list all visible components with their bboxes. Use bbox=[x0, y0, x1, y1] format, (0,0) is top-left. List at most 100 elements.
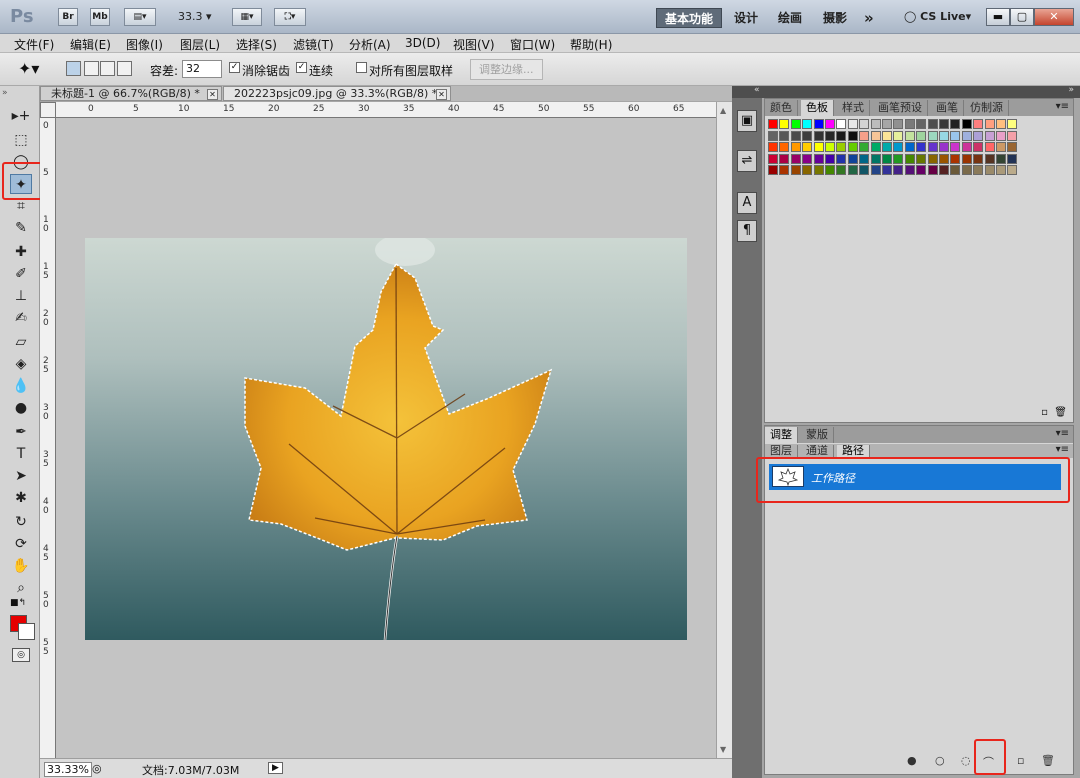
3d-orbit-tool[interactable]: ⟳ bbox=[10, 534, 32, 554]
move-tool[interactable]: ▸+ bbox=[10, 106, 32, 126]
background-color-swatch[interactable] bbox=[18, 623, 35, 640]
scroll-up-icon[interactable]: ▲ bbox=[720, 106, 726, 115]
menu-3d[interactable]: 3D(D) bbox=[405, 36, 440, 50]
color-swatch[interactable] bbox=[984, 119, 995, 129]
tab-adjustments[interactable]: 调整 bbox=[765, 427, 798, 443]
bridge-button[interactable]: Br bbox=[58, 8, 78, 26]
color-swatch[interactable] bbox=[893, 142, 904, 153]
arrange-documents-button[interactable]: ▦▾ bbox=[232, 8, 262, 26]
type-tool[interactable]: T bbox=[10, 444, 32, 464]
clone-stamp-tool[interactable]: ⊥ bbox=[10, 286, 32, 306]
color-swatch[interactable] bbox=[950, 153, 961, 164]
shape-tool[interactable]: ✱ bbox=[10, 488, 32, 508]
color-swatch[interactable] bbox=[859, 119, 870, 129]
color-swatch[interactable] bbox=[802, 165, 813, 176]
color-swatch[interactable] bbox=[790, 142, 801, 153]
vertical-scrollbar[interactable]: ▲ ▼ bbox=[716, 102, 732, 758]
color-swatch[interactable] bbox=[1007, 153, 1018, 164]
tab-untitled[interactable]: 未标题-1 @ 66.7%(RGB/8) * ✕ bbox=[40, 86, 222, 101]
menu-filter[interactable]: 滤镜(T) bbox=[293, 36, 334, 53]
color-swatch[interactable] bbox=[950, 142, 961, 153]
workspace-painting[interactable]: 绘画 bbox=[770, 8, 810, 28]
brush-tool[interactable]: ✐ bbox=[10, 264, 32, 284]
color-swatch[interactable] bbox=[813, 119, 824, 129]
color-swatch[interactable] bbox=[882, 165, 892, 176]
delete-swatch-icon[interactable]: 🗑 bbox=[1054, 407, 1067, 418]
color-swatch[interactable] bbox=[802, 119, 813, 129]
color-swatch[interactable] bbox=[847, 130, 858, 141]
new-swatch-icon[interactable]: ▫ bbox=[1041, 407, 1048, 418]
color-swatch[interactable] bbox=[825, 130, 835, 141]
color-swatch[interactable] bbox=[882, 119, 892, 129]
color-swatch[interactable] bbox=[859, 153, 870, 164]
color-swatch[interactable] bbox=[927, 119, 938, 129]
mini-bridge-button[interactable]: Mb bbox=[90, 8, 110, 26]
color-swatch[interactable] bbox=[904, 165, 915, 176]
menu-window[interactable]: 窗口(W) bbox=[510, 36, 555, 53]
collapse-dock-icon[interactable]: « bbox=[754, 85, 760, 95]
horizontal-ruler[interactable]: 0510152025303540455055606570 bbox=[56, 102, 716, 118]
delete-path-icon[interactable]: 🗑 bbox=[1041, 754, 1055, 767]
color-swatch[interactable] bbox=[904, 142, 915, 153]
color-swatch[interactable] bbox=[996, 130, 1006, 141]
sample-all-layers-checkbox[interactable] bbox=[356, 62, 367, 73]
panel-menu-icon[interactable]: ▾≡ bbox=[1056, 101, 1069, 112]
color-swatch[interactable] bbox=[916, 153, 927, 164]
collapse-tools-icon[interactable]: » bbox=[2, 88, 8, 98]
color-swatch[interactable] bbox=[870, 119, 881, 129]
color-swatch[interactable] bbox=[825, 153, 835, 164]
eyedropper-tool[interactable]: ✎ bbox=[10, 218, 32, 238]
menu-edit[interactable]: 编辑(E) bbox=[70, 36, 111, 53]
tab-brush-presets[interactable]: 画笔预设 bbox=[873, 100, 928, 116]
color-swatch[interactable] bbox=[790, 130, 801, 141]
color-swatch[interactable] bbox=[870, 165, 881, 176]
intersect-selection-mode-icon[interactable] bbox=[117, 61, 132, 76]
new-path-icon[interactable]: ▫ bbox=[1017, 754, 1024, 767]
color-swatch[interactable] bbox=[802, 153, 813, 164]
color-swatch[interactable] bbox=[996, 165, 1006, 176]
color-swatch[interactable] bbox=[916, 142, 927, 153]
color-swatch[interactable] bbox=[939, 119, 949, 129]
tab-leaf-image[interactable]: 202223psjc09.jpg @ 33.3%(RGB/8) * ✕ bbox=[223, 86, 451, 101]
color-swatch[interactable] bbox=[779, 119, 790, 129]
zoom-readout[interactable]: 33.33% bbox=[44, 762, 92, 777]
color-swatch[interactable] bbox=[825, 119, 835, 129]
vertical-ruler[interactable]: 0 5 1 0 1 5 2 0 2 5 3 0 3 5 4 0 4 5 5 0 5 5 bbox=[40, 118, 56, 758]
tab-masks[interactable]: 蒙版 bbox=[801, 427, 834, 443]
color-swatch[interactable] bbox=[859, 165, 870, 176]
fill-path-icon[interactable]: ● bbox=[907, 754, 917, 767]
expand-dock-icon[interactable]: » bbox=[1068, 85, 1074, 95]
color-swatch[interactable] bbox=[882, 130, 892, 141]
color-swatch[interactable] bbox=[939, 142, 949, 153]
color-swatch[interactable] bbox=[813, 142, 824, 153]
history-panel-icon[interactable]: ▣ bbox=[737, 110, 757, 132]
color-swatch[interactable] bbox=[847, 119, 858, 129]
color-swatch[interactable] bbox=[973, 142, 984, 153]
color-swatch[interactable] bbox=[836, 119, 847, 129]
color-swatch[interactable] bbox=[961, 119, 972, 129]
menu-help[interactable]: 帮助(H) bbox=[570, 36, 612, 53]
color-swatch[interactable] bbox=[882, 142, 892, 153]
color-swatch[interactable] bbox=[893, 153, 904, 164]
subtract-selection-mode-icon[interactable] bbox=[100, 61, 115, 76]
path-selection-tool[interactable]: ➤ bbox=[10, 466, 32, 486]
color-swatch[interactable] bbox=[961, 165, 972, 176]
color-swatch[interactable] bbox=[1007, 119, 1018, 129]
color-swatch[interactable] bbox=[927, 142, 938, 153]
refine-edge-button[interactable]: 调整边缘... bbox=[470, 59, 543, 80]
zoom-level-select[interactable]: 33.3 ▾ bbox=[178, 10, 212, 23]
load-path-as-selection-icon[interactable]: ◌ bbox=[961, 754, 971, 767]
view-extras-button[interactable]: ▤▾ bbox=[124, 8, 156, 26]
tab-styles[interactable]: 样式 bbox=[837, 100, 870, 116]
color-swatch[interactable] bbox=[836, 165, 847, 176]
canvas-area[interactable] bbox=[56, 118, 716, 758]
color-swatch[interactable] bbox=[950, 119, 961, 129]
color-swatch[interactable] bbox=[950, 165, 961, 176]
color-swatch[interactable] bbox=[916, 119, 927, 129]
scroll-down-icon[interactable]: ▼ bbox=[720, 745, 726, 754]
workspace-essentials[interactable]: 基本功能 bbox=[656, 8, 723, 28]
minimize-button[interactable]: ▬ bbox=[986, 8, 1010, 26]
status-info-icon[interactable]: ◎ bbox=[92, 762, 102, 775]
color-swatch[interactable] bbox=[893, 119, 904, 129]
color-swatch[interactable] bbox=[973, 165, 984, 176]
